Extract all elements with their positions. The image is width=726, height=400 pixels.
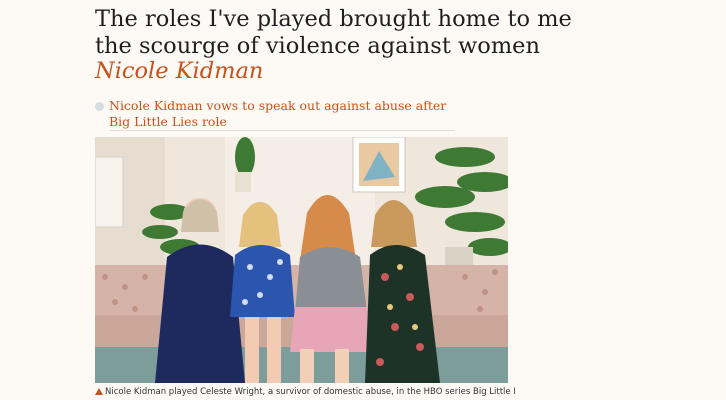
bullet-icon: [95, 102, 104, 111]
headline-line-2: the scourge of violence against women: [95, 33, 540, 59]
photo-caption: Nicole Kidman played Celeste Wright, a s…: [95, 387, 515, 398]
photo-illustration: [95, 137, 508, 383]
headline-line-1: The roles I've played brought home to me: [95, 6, 572, 32]
caption-triangle-icon: [95, 388, 103, 395]
author-byline[interactable]: Nicole Kidman: [95, 58, 263, 85]
main-photo[interactable]: [95, 137, 508, 383]
article-headline: The roles I've played brought home to me…: [95, 6, 572, 60]
related-article-link[interactable]: Nicole Kidman vows to speak out against …: [109, 98, 455, 131]
related-article[interactable]: Nicole Kidman vows to speak out against …: [95, 98, 455, 131]
caption-text: Nicole Kidman played Celeste Wright, a s…: [105, 387, 515, 397]
